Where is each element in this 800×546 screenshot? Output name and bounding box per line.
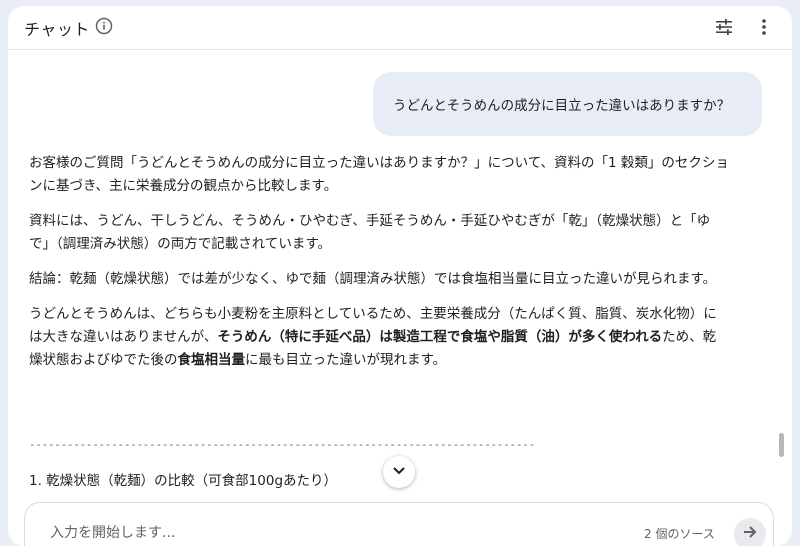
chat-input-box[interactable]: 入力を開始します... 2 個のソース: [24, 502, 774, 546]
answer-paragraph: お客様のご質問「うどんとそうめんの成分に目立った違いはありますか？」について、資…: [29, 155, 729, 194]
answer-bold-text: そうめん（特に手延べ品）は製造工程で食塩や脂質（油）が多く使われる: [217, 329, 663, 345]
answer-paragraph: うどんとそうめんは、どちらも小麦粉を主原料としているため、主要栄養成分（たんぱく…: [29, 303, 729, 372]
more-vert-icon[interactable]: [754, 17, 774, 37]
chevron-down-icon: [391, 462, 407, 482]
user-message-text: うどんとそうめんの成分に目立った違いはありますか？: [393, 98, 731, 114]
text-divider: ----------------------------------------…: [29, 438, 535, 451]
chat-input-placeholder[interactable]: 入力を開始します...: [50, 522, 175, 542]
tune-icon[interactable]: [714, 17, 734, 37]
arrow-right-icon: [741, 523, 759, 545]
user-message-bubble: うどんとそうめんの成分に目立った違いはありますか？: [373, 72, 762, 136]
section-heading: 1. 乾燥状態（乾麺）の比較（可食部100gあたり）: [29, 473, 338, 489]
chat-header: チャット: [8, 6, 792, 50]
answer-bold-text: 食塩相当量: [177, 352, 246, 368]
chat-title: チャット: [24, 20, 90, 39]
answer-paragraph: 結論：乾麺（乾燥状態）では差が少なく、ゆで麺（調理済み状態）では食塩相当量に目立…: [29, 271, 717, 287]
info-icon[interactable]: [95, 17, 113, 35]
assistant-answer: お客様のご質問「うどんとそうめんの成分に目立った違いはありますか？」について、資…: [29, 152, 729, 384]
chat-panel: チャット うどんとそうめんの成分に目立った違いはありますか？ お客様のご質問「う…: [8, 6, 792, 546]
scrollbar-thumb[interactable]: [779, 433, 784, 457]
send-button[interactable]: [734, 518, 766, 546]
answer-text: に最も目立った違いが現れます。: [245, 352, 447, 368]
answer-paragraph: 資料には、うどん、干しうどん、そうめん・ひやむぎ、手延そうめん・手延ひやむぎが「…: [29, 213, 711, 252]
scroll-down-button[interactable]: [383, 456, 415, 488]
source-count: 2 個のソース: [644, 527, 715, 541]
